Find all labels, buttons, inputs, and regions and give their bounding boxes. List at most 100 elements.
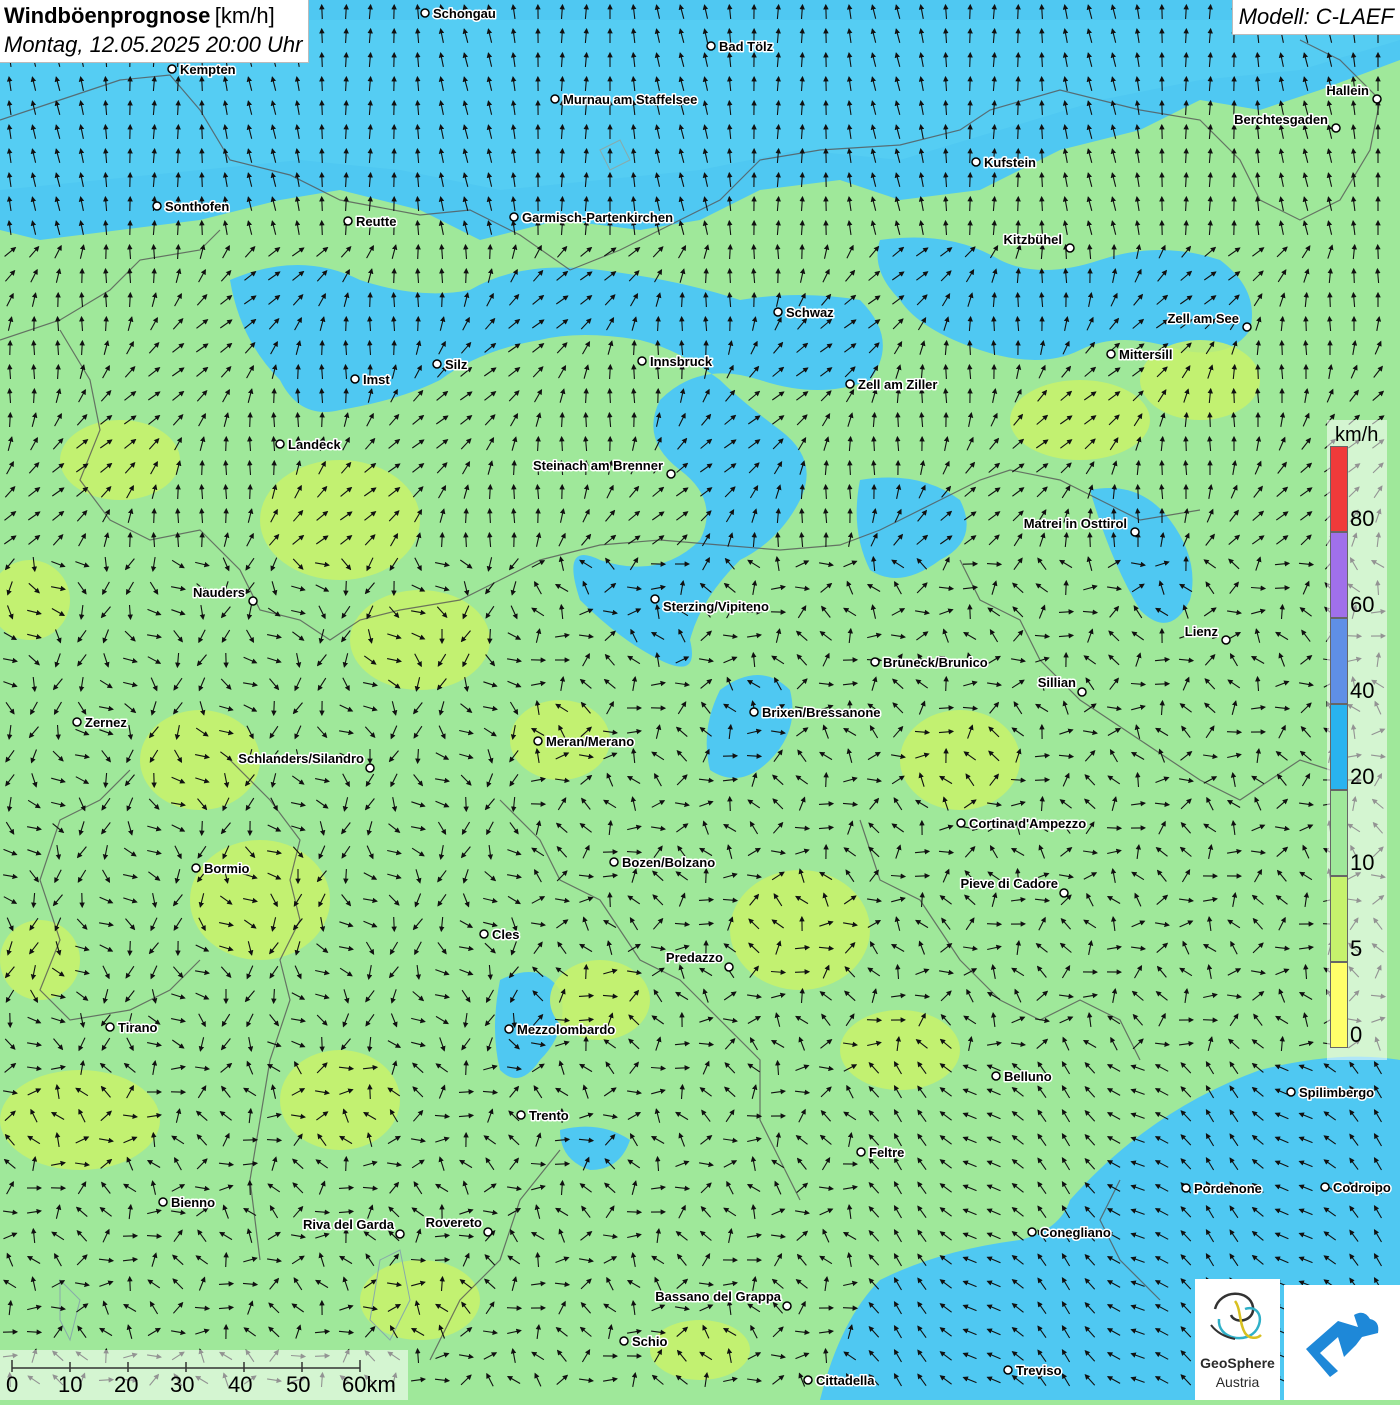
city-marker[interactable]: Conegliano — [1028, 1225, 1111, 1240]
gust-5-10-zone — [900, 710, 1020, 810]
city-marker[interactable]: Sonthofen — [153, 199, 229, 214]
legend-band — [1330, 962, 1348, 1048]
gust-5-10-zone — [190, 840, 330, 960]
wind-arrow — [226, 509, 227, 523]
city-marker[interactable]: Mezzolombardo — [505, 1022, 615, 1037]
wind-arrow — [250, 1181, 251, 1195]
city-marker[interactable]: Garmisch-Partenkirchen — [510, 210, 673, 225]
legend-label: 40 — [1350, 678, 1374, 704]
wind-arrow — [1275, 588, 1289, 589]
city-label: Sonthofen — [165, 199, 229, 214]
wind-arrow — [466, 797, 467, 811]
city-label: Trento — [529, 1108, 569, 1123]
wind-arrow — [843, 1308, 857, 1309]
legend-label: 20 — [1350, 764, 1374, 790]
city-label: Spilimbergo — [1299, 1085, 1374, 1100]
city-marker[interactable]: Pordenone — [1182, 1181, 1262, 1196]
wind-arrow — [322, 341, 323, 355]
city-label: Pieve di Cadore — [960, 876, 1058, 891]
wind-arrow — [130, 533, 131, 547]
wind-arrow — [178, 485, 179, 499]
city-marker[interactable]: Spilimbergo — [1287, 1085, 1374, 1100]
wind-arrow — [1107, 828, 1121, 829]
wind-arrow — [507, 1308, 521, 1309]
city-marker[interactable]: Bruneck/Brunico — [871, 655, 988, 670]
city-marker[interactable]: Zell am Ziller — [846, 377, 937, 392]
legend-band — [1330, 618, 1348, 704]
city-marker[interactable]: Meran/Merano — [534, 734, 634, 749]
wind-arrow — [627, 1212, 641, 1213]
wind-gust-map[interactable]: SchongauBad TölzKemptenMurnau am Staffel… — [0, 0, 1400, 1400]
city-marker[interactable]: Schongau — [421, 6, 496, 21]
city-label: Treviso — [1016, 1363, 1062, 1378]
city-dot — [857, 1148, 865, 1156]
city-label: Bienno — [171, 1195, 215, 1210]
wind-arrow — [274, 389, 275, 403]
wind-arrow — [466, 1061, 467, 1075]
city-marker[interactable]: Innsbruck — [638, 354, 713, 369]
city-dot — [804, 1376, 812, 1384]
city-dot — [159, 1198, 167, 1206]
city-label: Hallein — [1326, 83, 1369, 98]
wind-arrow — [322, 197, 323, 211]
wind-arrow — [1330, 293, 1331, 307]
city-label: Pordenone — [1194, 1181, 1262, 1196]
city-label: Riva del Garda — [303, 1217, 395, 1232]
wind-arrow — [418, 245, 419, 259]
wind-arrow — [394, 269, 395, 283]
city-marker[interactable]: Cortina d'Ampezzo — [957, 816, 1086, 831]
wind-arrow — [346, 1157, 347, 1171]
wind-arrow — [130, 941, 131, 955]
city-dot — [957, 819, 965, 827]
wind-arrow — [298, 365, 299, 379]
geosphere-swirl-icon — [1195, 1279, 1280, 1355]
scale-label: 20 — [114, 1372, 138, 1398]
city-dot — [551, 95, 559, 103]
wind-arrow — [250, 485, 251, 499]
city-dot — [1131, 528, 1139, 536]
wind-arrow — [370, 1085, 371, 1099]
wind-arrow — [490, 245, 491, 259]
city-dot — [1182, 1184, 1190, 1192]
wind-arrow — [322, 29, 323, 43]
scale-label: 0 — [6, 1372, 18, 1398]
legend-band — [1330, 704, 1348, 790]
legend-label: 80 — [1350, 506, 1374, 532]
scale-label: 60km — [342, 1372, 396, 1398]
wind-arrow — [1018, 5, 1019, 19]
wind-arrow — [1018, 53, 1019, 67]
city-dot — [1321, 1183, 1329, 1191]
city-label: Innsbruck — [650, 354, 713, 369]
wind-arrow — [394, 917, 395, 931]
city-marker[interactable]: Bozen/Bolzano — [610, 855, 715, 870]
city-marker[interactable]: Brixen/Bressanone — [750, 705, 881, 720]
wind-arrow — [970, 605, 971, 619]
city-label: Kitzbühel — [1004, 232, 1063, 247]
wind-arrow — [1138, 485, 1139, 499]
wind-arrow — [1018, 173, 1019, 187]
city-dot — [1028, 1228, 1036, 1236]
wind-arrow — [795, 972, 809, 973]
city-marker[interactable]: Murnau am Staffelsee — [551, 92, 697, 107]
wind-arrow — [747, 1116, 761, 1117]
city-dot — [846, 380, 854, 388]
wind-arrow — [322, 77, 323, 91]
city-label: Imst — [363, 372, 390, 387]
legend-label: 5 — [1350, 936, 1362, 962]
city-label: Belluno — [1004, 1069, 1052, 1084]
app-logo[interactable] — [1284, 1285, 1400, 1400]
legend-unit: km/h — [1335, 424, 1378, 447]
city-label: Schio — [632, 1334, 667, 1349]
wind-arrow — [1306, 317, 1307, 331]
city-label: Predazzo — [666, 950, 723, 965]
city-dot — [168, 65, 176, 73]
wind-arrow — [394, 341, 395, 355]
wind-arrow — [946, 677, 947, 691]
scale-label: 50 — [286, 1372, 310, 1398]
geosphere-logo[interactable]: GeoSphere Austria — [1195, 1279, 1280, 1400]
city-label: Codroipo — [1333, 1180, 1391, 1195]
city-label: Cittadella — [816, 1373, 875, 1388]
city-dot — [972, 158, 980, 166]
wind-arrow — [970, 125, 971, 139]
city-label: Landeck — [288, 437, 342, 452]
